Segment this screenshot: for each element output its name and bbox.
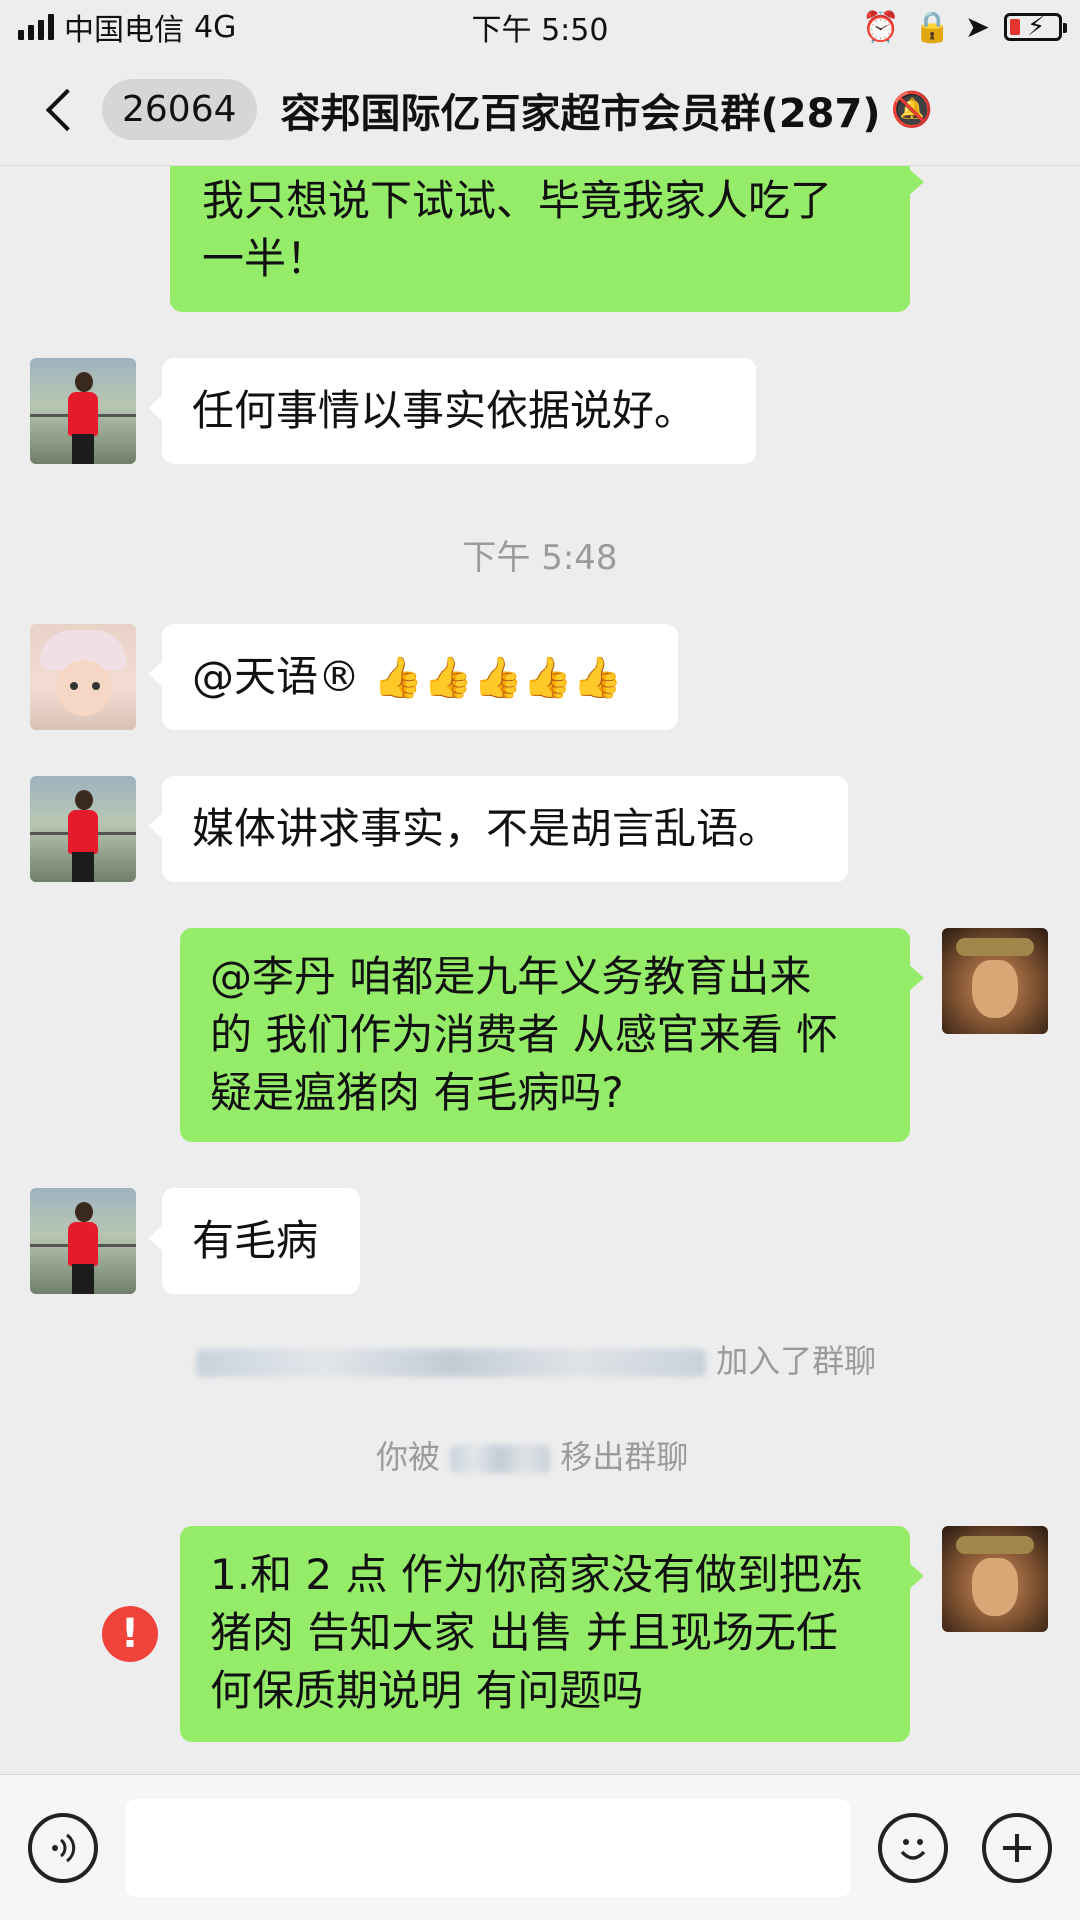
system-message-removed: 你被 移出群聊 — [376, 1432, 688, 1478]
back-icon[interactable] — [45, 88, 89, 131]
mute-icon: 🔕 — [890, 89, 933, 130]
message-bubble-incoming[interactable]: @天语® 👍👍👍👍👍 — [148, 624, 678, 730]
chat-title: 容邦国际亿百家超市会员群(287) — [280, 90, 881, 137]
battery-icon: ⚡ — [1004, 12, 1067, 42]
avatar[interactable] — [30, 358, 136, 464]
input-bar — [0, 1774, 1080, 1920]
unread-count-badge[interactable]: 26064 — [102, 79, 257, 140]
avatar[interactable] — [30, 1188, 136, 1294]
avatar[interactable] — [30, 776, 136, 882]
signal-icon — [18, 14, 54, 40]
system-text: 加入了群聊 — [716, 1342, 877, 1380]
charging-icon: ⚡ — [1027, 12, 1046, 42]
blurred-names — [196, 1349, 706, 1377]
network-label: 4G — [194, 9, 237, 45]
voice-icon[interactable] — [28, 1813, 98, 1883]
message-bubble-incoming[interactable]: 任何事情以事实依据说好。 — [148, 358, 756, 464]
avatar-self[interactable] — [942, 1526, 1048, 1632]
emoji-icon[interactable] — [878, 1813, 948, 1883]
message-line: 猪肉 告知大家 出售 并且现场无任 — [210, 1608, 839, 1657]
avatar-self[interactable] — [942, 928, 1048, 1034]
message-text: @天语® — [192, 652, 361, 701]
message-bubble-outgoing[interactable]: @李丹 咱都是九年义务教育出来 的 我们作为消费者 从感官来看 怀 疑是瘟猪肉 … — [180, 928, 924, 1142]
system-message-joined: 加入了群聊 — [196, 1336, 876, 1382]
message-line: 1.和 2 点 作为你商家没有做到把冻 — [210, 1550, 863, 1599]
system-text: 移出群聊 — [560, 1438, 689, 1476]
alarm-icon: ⏰ — [862, 9, 900, 45]
system-text: 你被 — [376, 1438, 441, 1476]
status-left: 中国电信 4G — [18, 5, 236, 49]
chat-header-overlay: 26064 容邦国际亿百家超市会员群(287) 🔕 — [0, 54, 1080, 166]
message-text: 任何事情以事实依据说好。 — [192, 386, 697, 435]
status-right: ⏰ 🔒 ➤ ⚡ — [862, 9, 1067, 45]
message-line: 疑是瘟猪肉 有毛病吗? — [210, 1068, 624, 1117]
rotation-lock-icon: 🔒 — [913, 9, 951, 45]
message-line: 我只想说下试试、毕竟我家人吃了 — [202, 176, 833, 225]
blurred-name — [450, 1445, 551, 1473]
message-input[interactable] — [126, 1799, 850, 1897]
message-text: 媒体讲求事实，不是胡言乱语。 — [192, 804, 781, 853]
send-failed-icon[interactable]: ! — [102, 1606, 158, 1662]
message-line: 的 我们作为消费者 从感官来看 怀 — [210, 1010, 839, 1059]
message-bubble-incoming[interactable]: 有毛病 — [148, 1188, 360, 1294]
message-line: @李丹 咱都是九年义务教育出来 — [210, 952, 812, 1001]
avatar[interactable] — [30, 624, 136, 730]
timestamp: 下午 5:48 — [462, 538, 618, 578]
message-bubble-incoming[interactable]: 媒体讲求事实，不是胡言乱语。 — [148, 776, 848, 882]
carrier-label: 中国电信 — [64, 13, 184, 48]
message-text: 有毛病 — [192, 1216, 319, 1265]
location-icon: ➤ — [964, 9, 990, 45]
message-line: 何保质期说明 有问题吗 — [210, 1666, 644, 1715]
thumbs-up-emoji: 👍👍👍👍👍 — [373, 655, 623, 701]
status-bar: 中国电信 4G 下午 5:50 ⏰ 🔒 ➤ ⚡ — [0, 0, 1080, 54]
message-line: 一半！ — [202, 234, 329, 283]
plus-icon[interactable] — [982, 1813, 1052, 1883]
message-bubble-outgoing[interactable]: 1.和 2 点 作为你商家没有做到把冻 猪肉 告知大家 出售 并且现场无任 何保… — [180, 1526, 924, 1742]
